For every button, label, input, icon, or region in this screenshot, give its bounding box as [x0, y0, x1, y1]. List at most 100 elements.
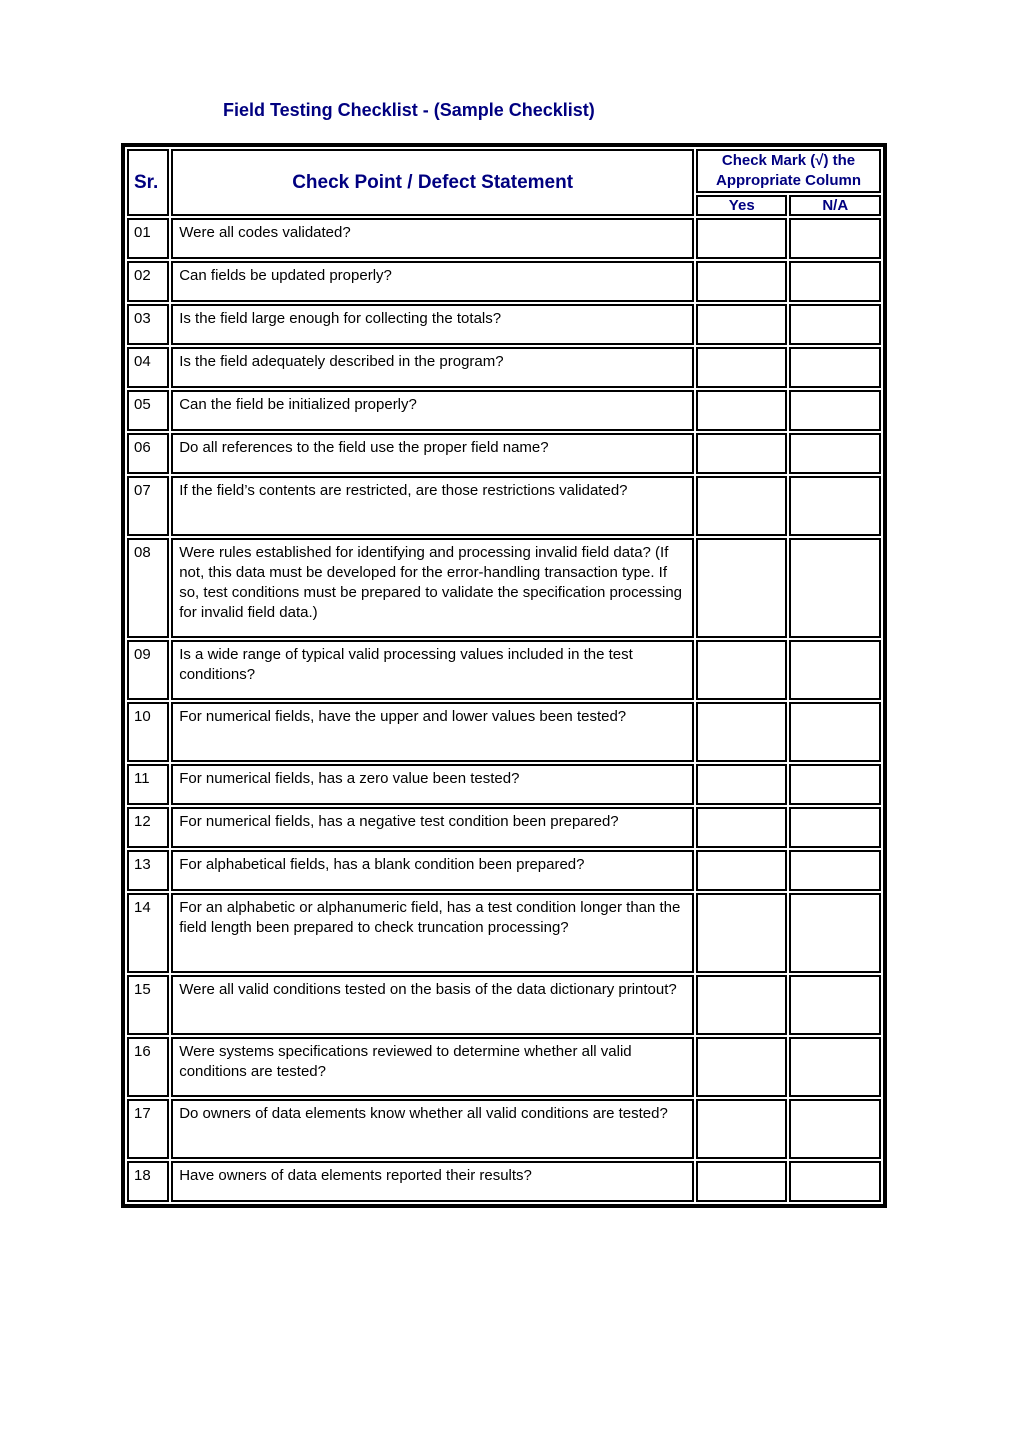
table-row: 17 Do owners of data elements know whethe… — [127, 1099, 881, 1159]
header-check-mark: Check Mark (√) the Appropriate Column — [696, 149, 881, 193]
table-row: 02 Can fields be updated properly? — [127, 261, 881, 302]
table-row: 13 For alphabetical fields, has a blank c… — [127, 850, 881, 891]
na-checkbox-cell[interactable] — [789, 1037, 881, 1097]
table-row: 01 Were all codes validated? — [127, 218, 881, 259]
row-number: 18 — [127, 1161, 170, 1202]
check-point-statement: Were all valid conditions tested on the … — [171, 975, 694, 1035]
check-point-statement: Were rules established for identifying a… — [171, 538, 694, 638]
header-yes: Yes — [696, 195, 788, 216]
checklist-table: Sr. Check Point / Defect Statement Check… — [121, 143, 887, 1208]
row-number: 10 — [127, 702, 170, 762]
yes-checkbox-cell[interactable] — [696, 702, 788, 762]
yes-checkbox-cell[interactable] — [696, 1099, 788, 1159]
na-checkbox-cell[interactable] — [789, 433, 881, 474]
check-point-statement: For numerical fields, have the upper and… — [171, 702, 694, 762]
row-number: 02 — [127, 261, 170, 302]
yes-checkbox-cell[interactable] — [696, 640, 788, 700]
row-number: 13 — [127, 850, 170, 891]
yes-checkbox-cell[interactable] — [696, 1037, 788, 1097]
table-row: 08 Were rules established for identifying… — [127, 538, 881, 638]
check-point-statement: Have owners of data elements reported th… — [171, 1161, 694, 1202]
header-sr: Sr. — [127, 149, 170, 216]
table-row: 04 Is the field adequately described in t… — [127, 347, 881, 388]
yes-checkbox-cell[interactable] — [696, 893, 788, 973]
yes-checkbox-cell[interactable] — [696, 304, 788, 345]
check-point-statement: For numerical fields, has a zero value b… — [171, 764, 694, 805]
row-number: 01 — [127, 218, 170, 259]
table-row: 12 For numerical fields, has a negative t… — [127, 807, 881, 848]
na-checkbox-cell[interactable] — [789, 304, 881, 345]
na-checkbox-cell[interactable] — [789, 850, 881, 891]
table-row: 10 For numerical fields, have the upper a… — [127, 702, 881, 762]
na-checkbox-cell[interactable] — [789, 261, 881, 302]
checklist-body: 01 Were all codes validated? 02 Can fields … — [127, 218, 881, 1202]
check-point-statement: If the field’s contents are restricted, … — [171, 476, 694, 536]
check-point-statement: Do owners of data elements know whether … — [171, 1099, 694, 1159]
check-point-statement: Can fields be updated properly? — [171, 261, 694, 302]
header-na: N/A — [789, 195, 881, 216]
yes-checkbox-cell[interactable] — [696, 476, 788, 536]
table-row: 15 Were all valid conditions tested on th… — [127, 975, 881, 1035]
na-checkbox-cell[interactable] — [789, 390, 881, 431]
na-checkbox-cell[interactable] — [789, 538, 881, 638]
na-checkbox-cell[interactable] — [789, 476, 881, 536]
yes-checkbox-cell[interactable] — [696, 850, 788, 891]
row-number: 09 — [127, 640, 170, 700]
row-number: 05 — [127, 390, 170, 431]
check-point-statement: Can the field be initialized properly? — [171, 390, 694, 431]
na-checkbox-cell[interactable] — [789, 218, 881, 259]
row-number: 15 — [127, 975, 170, 1035]
table-row: 06 Do all references to the field use the… — [127, 433, 881, 474]
page-title: Field Testing Checklist - (Sample Checkl… — [223, 100, 595, 120]
row-number: 07 — [127, 476, 170, 536]
na-checkbox-cell[interactable] — [789, 1161, 881, 1202]
yes-checkbox-cell[interactable] — [696, 433, 788, 474]
check-point-statement: Do all references to the field use the p… — [171, 433, 694, 474]
na-checkbox-cell[interactable] — [789, 893, 881, 973]
yes-checkbox-cell[interactable] — [696, 390, 788, 431]
na-checkbox-cell[interactable] — [789, 975, 881, 1035]
na-checkbox-cell[interactable] — [789, 1099, 881, 1159]
row-number: 11 — [127, 764, 170, 805]
yes-checkbox-cell[interactable] — [696, 538, 788, 638]
table-row: 14 For an alphabetic or alphanumeric fiel… — [127, 893, 881, 973]
table-row: 18 Have owners of data elements reported … — [127, 1161, 881, 1202]
check-point-statement: Is the field large enough for collecting… — [171, 304, 694, 345]
check-point-statement: Is a wide range of typical valid process… — [171, 640, 694, 700]
table-row: 09 Is a wide range of typical valid proce… — [127, 640, 881, 700]
row-number: 14 — [127, 893, 170, 973]
table-row: 05 Can the field be initialized properly? — [127, 390, 881, 431]
row-number: 12 — [127, 807, 170, 848]
yes-checkbox-cell[interactable] — [696, 764, 788, 805]
row-number: 03 — [127, 304, 170, 345]
yes-checkbox-cell[interactable] — [696, 807, 788, 848]
yes-checkbox-cell[interactable] — [696, 218, 788, 259]
yes-checkbox-cell[interactable] — [696, 261, 788, 302]
yes-checkbox-cell[interactable] — [696, 975, 788, 1035]
check-point-statement: For alphabetical fields, has a blank con… — [171, 850, 694, 891]
na-checkbox-cell[interactable] — [789, 807, 881, 848]
header-check-mark-line2: Appropriate Column — [716, 172, 861, 189]
header-check-mark-line1: Check Mark (√) the — [721, 152, 856, 169]
table-row: 03 Is the field large enough for collecti… — [127, 304, 881, 345]
table-row: 11 For numerical fields, has a zero value… — [127, 764, 881, 805]
row-number: 06 — [127, 433, 170, 474]
row-number: 16 — [127, 1037, 170, 1097]
yes-checkbox-cell[interactable] — [696, 1161, 788, 1202]
na-checkbox-cell[interactable] — [789, 764, 881, 805]
check-point-statement: Were all codes validated? — [171, 218, 694, 259]
check-point-statement: For an alphabetic or alphanumeric field,… — [171, 893, 694, 973]
table-row: 07 If the field’s contents are restricted… — [127, 476, 881, 536]
na-checkbox-cell[interactable] — [789, 702, 881, 762]
check-point-statement: Were systems specifications reviewed to … — [171, 1037, 694, 1097]
row-number: 04 — [127, 347, 170, 388]
header-statement: Check Point / Defect Statement — [171, 149, 694, 216]
check-point-statement: Is the field adequately described in the… — [171, 347, 694, 388]
yes-checkbox-cell[interactable] — [696, 347, 788, 388]
table-row: 16 Were systems specifications reviewed t… — [127, 1037, 881, 1097]
check-point-statement: For numerical fields, has a negative tes… — [171, 807, 694, 848]
na-checkbox-cell[interactable] — [789, 640, 881, 700]
row-number: 17 — [127, 1099, 170, 1159]
row-number: 08 — [127, 538, 170, 638]
na-checkbox-cell[interactable] — [789, 347, 881, 388]
